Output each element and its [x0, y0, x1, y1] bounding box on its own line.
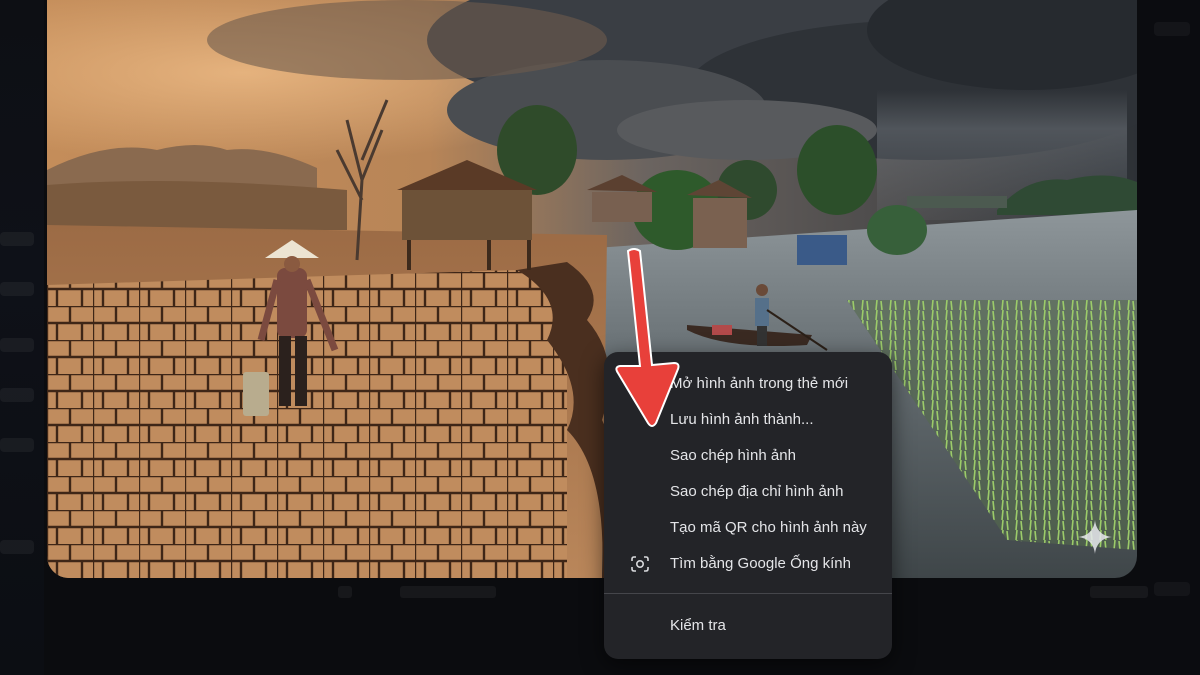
scene-illustration: [47, 0, 1137, 578]
left-panel: [0, 0, 44, 675]
right-panel-ghost: [1154, 582, 1190, 596]
bottom-ghost: [400, 586, 496, 598]
left-panel-ghost: [0, 540, 34, 554]
menu-item-label: Tìm bằng Google Ống kính: [670, 555, 851, 572]
menu-item-label: Mở hình ảnh trong thẻ mới: [670, 375, 849, 392]
google-lens-icon: [631, 556, 649, 572]
left-panel-ghost: [0, 338, 34, 352]
context-menu: Mở hình ảnh trong thẻ mới Lưu hình ảnh t…: [604, 352, 892, 659]
menu-open-image-new-tab[interactable]: Mở hình ảnh trong thẻ mới: [604, 366, 892, 402]
sparkle-icon: [1078, 520, 1112, 554]
left-panel-ghost: [0, 438, 34, 452]
menu-item-label: Tạo mã QR cho hình ảnh này: [670, 519, 867, 536]
menu-save-image-as[interactable]: Lưu hình ảnh thành...: [604, 402, 892, 438]
menu-copy-image[interactable]: Sao chép hình ảnh: [604, 438, 892, 474]
menu-divider: [604, 593, 892, 594]
menu-item-label: Kiểm tra: [670, 617, 726, 634]
menu-create-qr-code[interactable]: Tạo mã QR cho hình ảnh này: [604, 510, 892, 546]
bottom-ghost: [1090, 586, 1148, 598]
menu-copy-image-address[interactable]: Sao chép địa chỉ hình ảnh: [604, 474, 892, 510]
menu-search-google-lens[interactable]: Tìm bằng Google Ống kính: [604, 546, 892, 582]
menu-item-label: Sao chép hình ảnh: [670, 447, 796, 464]
menu-item-label: Sao chép địa chỉ hình ảnh: [670, 483, 844, 500]
right-panel-ghost: [1154, 22, 1190, 36]
menu-item-label: Lưu hình ảnh thành...: [670, 411, 814, 428]
right-panel: [1140, 0, 1200, 675]
bottom-ghost: [338, 586, 352, 598]
menu-inspect[interactable]: Kiểm tra: [604, 608, 892, 644]
generated-image[interactable]: [47, 0, 1137, 578]
left-panel-ghost: [0, 388, 34, 402]
left-panel-ghost: [0, 282, 34, 296]
left-panel-ghost: [0, 232, 34, 246]
